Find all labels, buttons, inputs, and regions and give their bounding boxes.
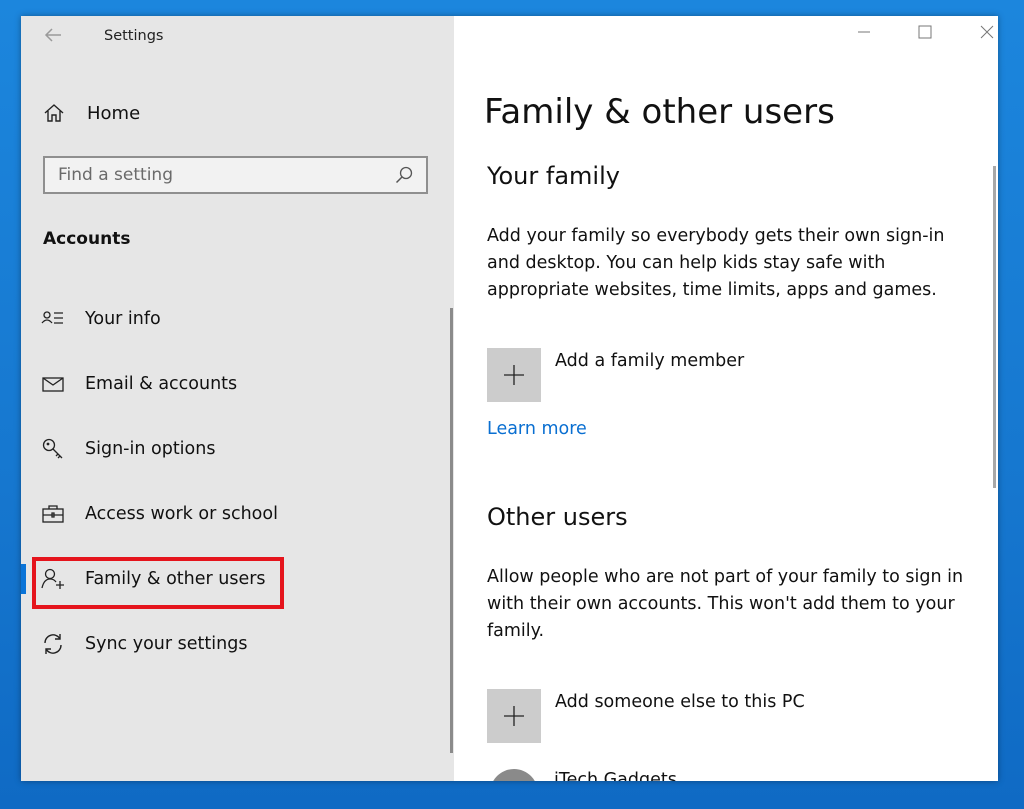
sidebar-item-sync-settings[interactable]: Sync your settings	[21, 624, 441, 664]
home-label: Home	[87, 102, 141, 124]
search-icon[interactable]	[394, 165, 414, 185]
close-button[interactable]	[972, 24, 998, 48]
minimize-button[interactable]	[849, 24, 879, 48]
maximize-icon	[918, 25, 932, 39]
plus-icon	[504, 365, 524, 385]
add-someone-else-button[interactable]: Add someone else to this PC	[487, 689, 967, 745]
add-family-member-label: Add a family member	[555, 351, 745, 371]
maximize-button[interactable]	[910, 24, 940, 48]
sidebar-scrollbar[interactable]	[450, 308, 453, 753]
add-someone-else-label: Add someone else to this PC	[555, 692, 805, 712]
briefcase-icon	[41, 502, 65, 526]
sidebar-item-access-work-school[interactable]: Access work or school	[21, 494, 441, 534]
key-icon	[41, 437, 65, 461]
app-title: Settings	[104, 28, 164, 44]
sidebar-item-email-accounts[interactable]: Email & accounts	[21, 364, 441, 404]
close-icon	[980, 25, 994, 39]
page-title: Family & other users	[484, 92, 835, 132]
sidebar-item-label: Access work or school	[85, 504, 278, 524]
mail-icon	[41, 372, 65, 396]
minimize-icon	[858, 31, 870, 33]
search-box[interactable]	[43, 156, 428, 194]
your-family-heading: Your family	[487, 162, 620, 190]
contact-info-icon	[41, 307, 65, 331]
sidebar-item-sign-in-options[interactable]: Sign-in options	[21, 429, 441, 469]
sidebar-item-label: Your info	[85, 309, 161, 329]
plus-tile	[487, 689, 541, 743]
home-icon	[44, 104, 64, 122]
section-title: Accounts	[43, 229, 131, 249]
settings-window: Settings Home Accounts	[21, 16, 998, 781]
learn-more-link[interactable]: Learn more	[487, 419, 587, 439]
sidebar-item-label: Email & accounts	[85, 374, 238, 394]
plus-icon	[504, 706, 524, 726]
other-users-heading: Other users	[487, 503, 628, 531]
sidebar-item-label: Sync your settings	[85, 634, 248, 654]
other-users-description: Allow people who are not part of your fa…	[487, 567, 964, 641]
main-scrollbar[interactable]	[993, 166, 996, 488]
highlight-box	[32, 557, 284, 609]
avatar[interactable]	[490, 769, 538, 781]
add-family-member-button[interactable]: Add a family member	[487, 348, 967, 404]
back-button[interactable]	[39, 24, 67, 52]
user-account-name[interactable]: iTech Gadgets	[554, 770, 677, 781]
your-family-description: Add your family so everybody gets their …	[487, 226, 945, 300]
plus-tile	[487, 348, 541, 402]
home-button[interactable]: Home	[43, 98, 423, 128]
sidebar: Settings Home Accounts	[21, 16, 454, 781]
sidebar-item-your-info[interactable]: Your info	[21, 299, 441, 339]
sidebar-item-label: Sign-in options	[85, 439, 216, 459]
back-arrow-icon	[44, 28, 61, 42]
main-content: Family & other users Your family Add you…	[454, 16, 998, 781]
search-input[interactable]	[45, 157, 394, 193]
sync-icon	[41, 632, 65, 656]
